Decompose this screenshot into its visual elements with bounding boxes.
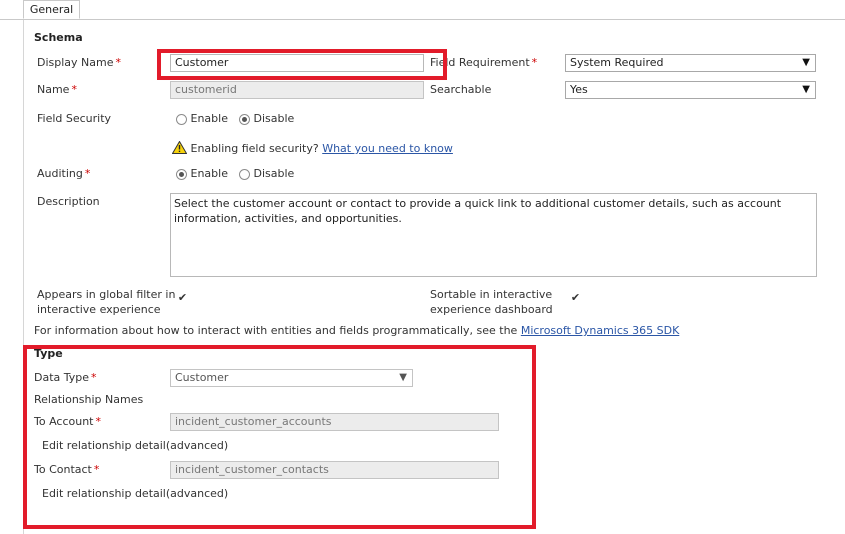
field-security-warning: Enabling field security? What you need t… (171, 140, 453, 155)
description-textarea[interactable]: Select the customer account or contact t… (170, 193, 817, 277)
field-security-disable[interactable]: Disable (239, 112, 294, 125)
field-requirement-select[interactable]: System Required ▼ (565, 54, 816, 72)
description-label: Description (37, 195, 100, 208)
programmatic-info: For information about how to interact wi… (34, 324, 680, 337)
required-marker: * (71, 83, 77, 96)
chevron-down-icon: ▼ (802, 84, 810, 95)
highlight-box-display-name (157, 49, 447, 80)
sortable-checkbox[interactable]: ✔ (570, 292, 581, 303)
sortable-label: Sortable in interactive experience dashbo… (430, 288, 553, 316)
required-marker: * (115, 56, 122, 69)
schema-heading: Schema (34, 31, 83, 44)
searchable-value: Yes (570, 83, 588, 96)
radio-enable[interactable] (176, 113, 187, 125)
display-name-label: Display Name * (37, 56, 121, 69)
tab-bar: General (0, 0, 845, 20)
required-marker: * (531, 56, 538, 69)
name-input[interactable]: customerid (170, 81, 424, 99)
auditing-enable[interactable]: Enable (176, 167, 228, 180)
highlight-box-type-section (23, 345, 536, 529)
searchable-label: Searchable (430, 83, 492, 96)
checkmark-icon: ✔ (177, 291, 188, 304)
name-label: Name * (37, 83, 77, 96)
radio-enable[interactable] (176, 168, 187, 180)
field-requirement-value: System Required (570, 56, 664, 69)
global-filter-label: Appears in global filter in interactive e… (37, 288, 176, 316)
auditing-label: Auditing * (37, 167, 91, 180)
field-security-label: Field Security (37, 112, 112, 125)
auditing-disable[interactable]: Disable (239, 167, 294, 180)
searchable-select[interactable]: Yes ▼ (565, 81, 816, 99)
required-marker: * (84, 167, 91, 180)
field-security-enable[interactable]: Enable (176, 112, 228, 125)
tab-general[interactable]: General (23, 0, 80, 19)
sdk-link[interactable]: Microsoft Dynamics 365 SDK (521, 324, 679, 337)
checkmark-icon: ✔ (570, 291, 581, 304)
global-filter-checkbox[interactable]: ✔ (177, 292, 188, 303)
radio-disable[interactable] (239, 168, 250, 180)
what-you-need-to-know-link[interactable]: What you need to know (322, 142, 453, 155)
radio-disable[interactable] (239, 113, 250, 125)
warning-triangle-icon (171, 140, 188, 154)
chevron-down-icon: ▼ (802, 57, 810, 68)
